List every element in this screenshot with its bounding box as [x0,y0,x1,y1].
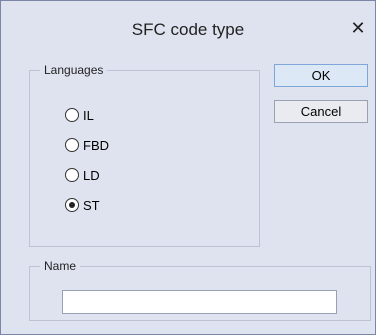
radio-fbd-label: FBD [83,137,109,153]
languages-group: Languages IL FBD LD ST [29,63,260,247]
name-legend: Name [44,259,77,273]
languages-legend: Languages [44,63,104,77]
radio-fbd[interactable]: FBD [65,137,109,153]
radio-il-label: IL [83,107,94,123]
dialog-title: SFC code type [131,20,245,39]
radio-fbd-button[interactable] [65,138,79,152]
name-group: Name [29,259,371,321]
ok-button[interactable]: OK [274,64,368,87]
radio-il[interactable]: IL [65,107,94,123]
radio-ld-button[interactable] [65,168,79,182]
radio-il-button[interactable] [65,108,79,122]
radio-ld[interactable]: LD [65,167,100,183]
close-icon[interactable]: ✕ [347,17,369,39]
title-bar: SFC code type ✕ [1,1,375,59]
radio-st[interactable]: ST [65,197,100,213]
name-input[interactable] [62,290,337,314]
radio-ld-label: LD [83,167,100,183]
cancel-button[interactable]: Cancel [274,100,368,123]
radio-st-button[interactable] [65,198,79,212]
sfc-code-type-dialog: SFC code type ✕ Languages IL FBD LD ST O… [0,0,376,335]
radio-st-label: ST [83,197,100,213]
